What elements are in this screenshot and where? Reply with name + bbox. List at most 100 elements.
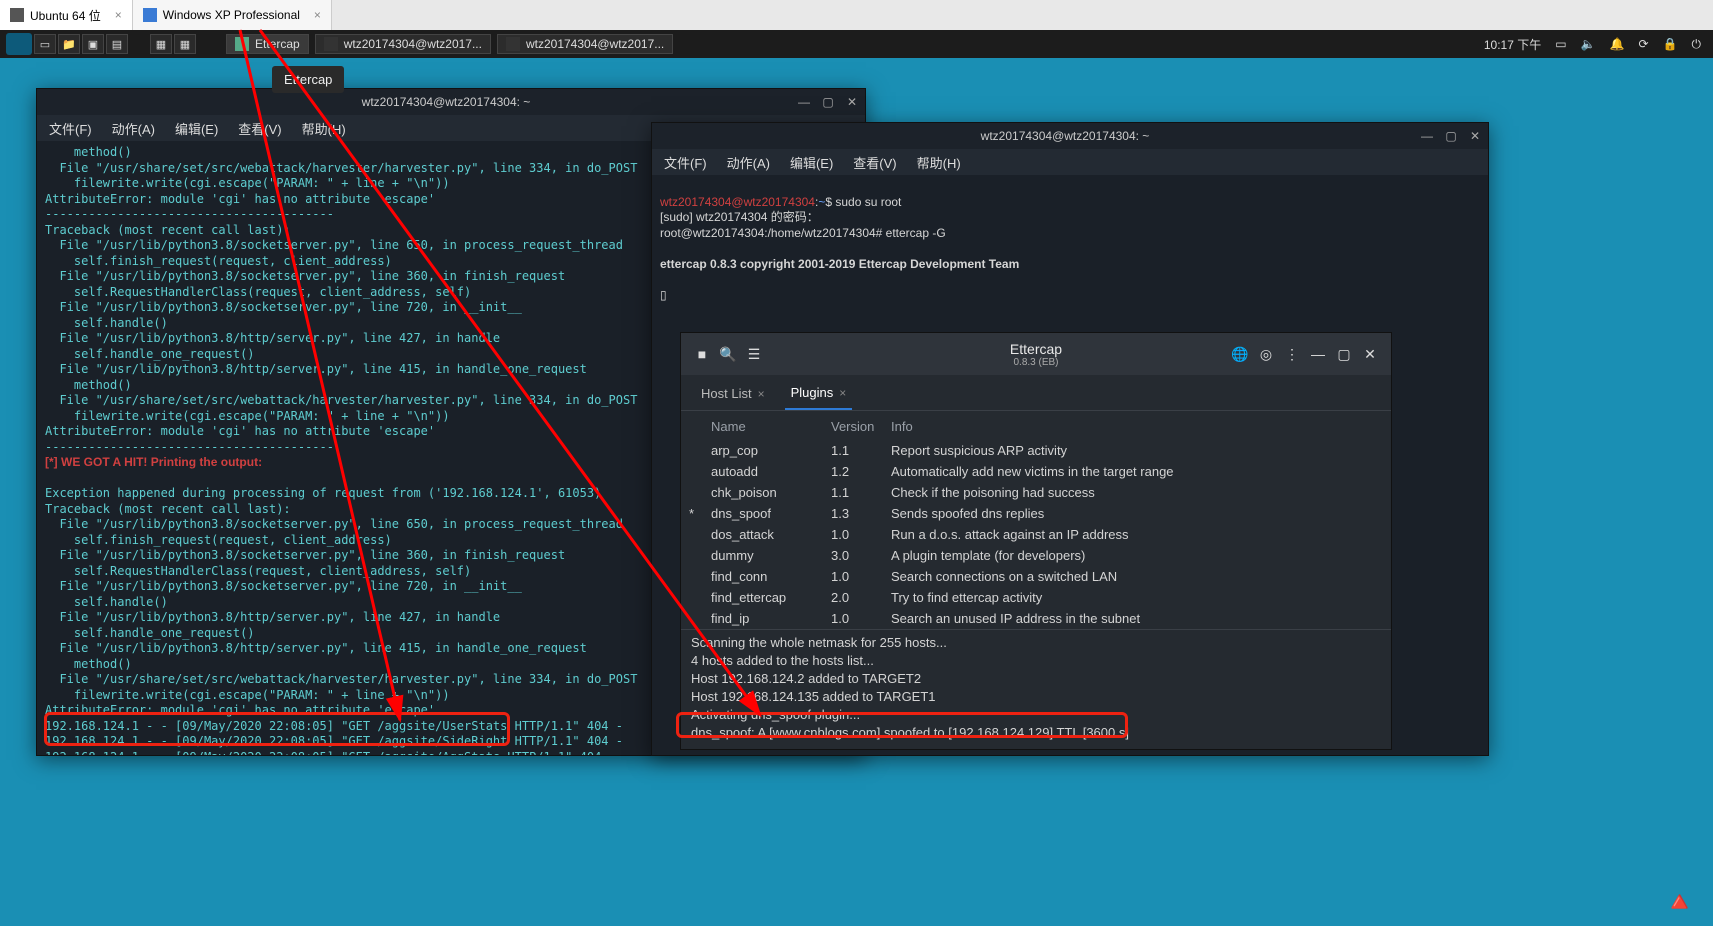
plugin-star [689,485,711,500]
plugin-star: * [689,506,711,521]
plugin-row[interactable]: autoadd1.2Automatically add new victims … [681,461,1391,482]
plugin-star [689,548,711,563]
plugin-name: find_ettercap [711,590,831,605]
minimize-icon[interactable]: — [1305,341,1331,367]
plugin-row[interactable]: dos_attack1.0Run a d.o.s. attack against… [681,524,1391,545]
close-icon[interactable]: ✕ [841,93,863,111]
clock[interactable]: 10:17 下午 [1484,36,1541,53]
list-icon[interactable]: ☰ [741,341,767,367]
menu-help[interactable]: 帮助(H) [302,119,346,138]
vm-tab-winxp[interactable]: Windows XP Professional × [133,0,332,30]
ettercap-log[interactable]: Scanning the whole netmask for 255 hosts… [681,629,1391,749]
kali-taskbar: ▭ 📁 ▣ ▤ ▦ ▦ Ettercap wtz20174304@wtz2017… [0,30,1713,58]
terminal-icon [324,37,338,51]
menu-edit[interactable]: 编辑(E) [790,153,833,172]
menu-actions[interactable]: 动作(A) [727,153,770,172]
maximize-icon[interactable]: ▢ [1331,341,1357,367]
plugin-info: Automatically add new victims in the tar… [891,464,1377,479]
plugin-row[interactable]: chk_poison1.1Check if the poisoning had … [681,482,1391,503]
plugin-version: 1.0 [831,527,891,542]
target-icon[interactable]: ◎ [1253,341,1279,367]
taskbar-tooltip: Ettercap [272,66,344,93]
desktop-icon[interactable]: ▭ [34,34,56,54]
tab-host-list[interactable]: Host List × [695,379,771,410]
kali-logo-icon[interactable] [6,33,32,55]
plugin-row[interactable]: arp_cop1.1Report suspicious ARP activity [681,440,1391,461]
command-text: sudo su root [835,195,901,209]
vm-tab-label: Ubuntu 64 位 [30,7,101,24]
stop-icon[interactable]: ■ [689,341,715,367]
plugin-row[interactable]: *dns_spoof1.3Sends spoofed dns replies [681,503,1391,524]
plugin-version: 1.0 [831,569,891,584]
col-info[interactable]: Info [891,419,1377,434]
maximize-icon[interactable]: ▢ [1440,127,1462,145]
plugin-star [689,527,711,542]
updates-icon[interactable]: ⟳ [1638,37,1648,51]
menu-view[interactable]: 查看(V) [238,119,281,138]
plugin-info: Sends spoofed dns replies [891,506,1377,521]
output-line: [sudo] wtz20174304 的密码： [660,210,819,224]
vm-tab-ubuntu[interactable]: Ubuntu 64 位 × [0,0,133,30]
close-icon[interactable]: × [758,387,765,401]
close-icon[interactable]: ✕ [1464,127,1486,145]
plugin-name: dummy [711,548,831,563]
minimize-icon[interactable]: — [793,93,815,111]
plugin-name: find_ip [711,611,831,626]
task-terminal-1[interactable]: wtz20174304@wtz2017... [315,34,491,54]
log-line: Host 192.168.124.135 added to TARGET1 [691,688,1381,706]
menu-file[interactable]: 文件(F) [49,119,92,138]
menu-help[interactable]: 帮助(H) [917,153,961,172]
task-ettercap[interactable]: Ettercap [226,34,309,54]
workspace-1-icon[interactable]: ▦ [150,34,172,54]
plugin-version: 1.1 [831,443,891,458]
close-icon[interactable]: × [314,8,321,22]
task-label: wtz20174304@wtz2017... [526,37,664,51]
plugin-row[interactable]: find_ip1.0Search an unused IP address in… [681,608,1391,629]
col-name[interactable]: Name [711,419,831,434]
vm-tab-label: Windows XP Professional [163,8,300,22]
plugin-version: 3.0 [831,548,891,563]
menu-view[interactable]: 查看(V) [853,153,896,172]
workspace-2-icon[interactable]: ▦ [174,34,196,54]
kebab-menu-icon[interactable]: ⋮ [1279,341,1305,367]
ettercap-header[interactable]: ■ 🔍 ☰ Ettercap 0.8.3 (EB) 🌐 ◎ ⋮ — ▢ ✕ [681,333,1391,375]
menu-actions[interactable]: 动作(A) [112,119,155,138]
menubar: 文件(F) 动作(A) 编辑(E) 查看(V) 帮助(H) [652,149,1488,175]
plugin-name: chk_poison [711,485,831,500]
plugin-name: arp_cop [711,443,831,458]
plugin-star [689,590,711,605]
search-icon[interactable]: 🔍 [715,341,741,367]
plugin-version: 1.3 [831,506,891,521]
titlebar[interactable]: wtz20174304@wtz20174304: ~ — ▢ ✕ [37,89,865,115]
display-icon[interactable]: ▭ [1555,37,1566,51]
terminal-icon[interactable]: ▣ [82,34,104,54]
minimize-icon[interactable]: — [1416,127,1438,145]
files-icon[interactable]: 📁 [58,34,80,54]
plugin-row[interactable]: find_ettercap2.0Try to find ettercap act… [681,587,1391,608]
close-icon[interactable]: ✕ [1357,341,1383,367]
titlebar[interactable]: wtz20174304@wtz20174304: ~ — ▢ ✕ [652,123,1488,149]
menu-file[interactable]: 文件(F) [664,153,707,172]
close-icon[interactable]: × [839,386,846,400]
window-title: wtz20174304@wtz20174304: ~ [714,129,1416,143]
volume-icon[interactable]: 🔈 [1581,37,1596,51]
table-header: Name Version Info [681,411,1391,440]
menu-edit[interactable]: 编辑(E) [175,119,218,138]
plugin-row[interactable]: dummy3.0A plugin template (for developer… [681,545,1391,566]
plugin-row[interactable]: find_conn1.0Search connections on a swit… [681,566,1391,587]
notification-icon[interactable]: 🔔 [1610,37,1625,51]
power-icon[interactable]: ⏻ [1692,37,1702,52]
maximize-icon[interactable]: ▢ [817,93,839,111]
close-icon[interactable]: × [115,8,122,22]
tab-plugins[interactable]: Plugins × [785,379,853,410]
log-line: dns_spoof: A [www.cnblogs.com] spoofed t… [691,724,1381,742]
editor-icon[interactable]: ▤ [106,34,128,54]
vm-tab-bar: Ubuntu 64 位 × Windows XP Professional × [0,0,1713,30]
globe-icon[interactable]: 🌐 [1227,341,1253,367]
task-terminal-2[interactable]: wtz20174304@wtz2017... [497,34,673,54]
ettercap-icon [235,37,249,51]
col-version[interactable]: Version [831,419,891,434]
log-line: 4 hosts added to the hosts list... [691,652,1381,670]
lock-icon[interactable]: 🔒 [1663,37,1678,51]
plugin-info: Search an unused IP address in the subne… [891,611,1377,626]
